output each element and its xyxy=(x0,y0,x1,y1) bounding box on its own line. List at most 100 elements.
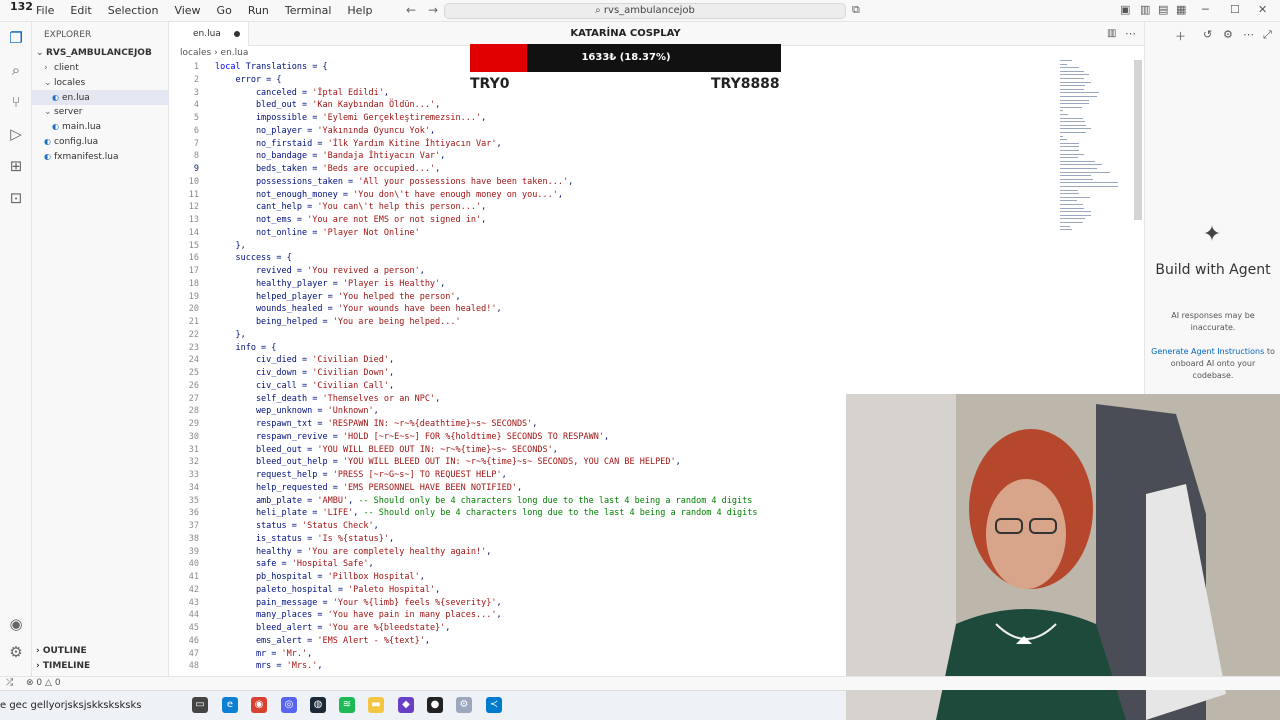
code-line[interactable]: no_firstaid = 'İlk Yardım Kitine İhtiyac… xyxy=(215,139,502,149)
outline-section[interactable]: › OUTLINE xyxy=(32,644,169,659)
code-line[interactable]: respawn_txt = 'RESPAWN IN: ~r~%{deathtim… xyxy=(215,419,537,429)
obs-icon[interactable]: ● xyxy=(427,697,443,713)
code-line[interactable]: respawn_revive = 'HOLD [~r~E~s~] FOR %{h… xyxy=(215,432,609,442)
account-icon[interactable]: ◉ xyxy=(6,614,26,634)
tree-item-main-lua[interactable]: ◐ main.lua xyxy=(32,119,169,134)
breadcrumb-file[interactable]: en.lua xyxy=(221,48,249,58)
code-line[interactable]: beds_taken = 'Beds are occupied...', xyxy=(215,164,440,174)
edge-icon[interactable]: e xyxy=(222,697,238,713)
command-center-search[interactable]: ⌕ rvs_ambulancejob xyxy=(444,3,846,19)
code-line[interactable]: ems_alert = 'EMS Alert - %{text}', xyxy=(215,636,430,646)
secondary-sidebar-icon[interactable]: ▦ xyxy=(1176,3,1186,16)
tree-item-config-lua[interactable]: ◐ config.lua xyxy=(32,134,169,149)
minimize-icon[interactable]: ─ xyxy=(1202,3,1209,16)
code-line[interactable]: civ_down = 'Civilian Down', xyxy=(215,368,394,378)
code-line[interactable]: heli_plate = 'LIFE', -- Should only be 4… xyxy=(215,508,758,518)
code-line[interactable]: not_online = 'Player Not Online' xyxy=(215,228,420,238)
code-line[interactable]: healthy_player = 'Player is Healthy', xyxy=(215,279,445,289)
app-icon-a[interactable]: ◆ xyxy=(398,697,414,713)
code-line[interactable]: request_help = 'PRESS [~r~G~s~] TO REQUE… xyxy=(215,470,507,480)
code-line[interactable]: helped_player = 'You helped the person', xyxy=(215,292,461,302)
code-line[interactable]: civ_died = 'Civilian Died', xyxy=(215,355,394,365)
chat-more-icon[interactable]: ⋯ xyxy=(1243,28,1254,41)
code-line[interactable]: error = { xyxy=(215,75,281,85)
code-line[interactable]: healthy = 'You are completely healthy ag… xyxy=(215,547,491,557)
code-line[interactable]: not_ems = 'You are not EMS or not signed… xyxy=(215,215,486,225)
tree-item-client[interactable]: › client xyxy=(32,61,169,76)
menu-item-selection[interactable]: Selection xyxy=(100,0,167,22)
tree-item-fxmanifest-lua[interactable]: ◐ fxmanifest.lua xyxy=(32,149,169,164)
tree-item-en-lua[interactable]: ◐ en.lua xyxy=(32,90,169,106)
settings-gear-icon[interactable]: ⚙ xyxy=(6,642,26,662)
code-line[interactable]: cant_help = 'You can\'t help this person… xyxy=(215,202,486,212)
code-line[interactable]: paleto_hospital = 'Paleto Hospital', xyxy=(215,585,440,595)
code-line[interactable]: canceled = 'İptal Edildi', xyxy=(215,88,389,98)
vscode-icon[interactable]: ≺ xyxy=(486,697,502,713)
code-line[interactable]: not_enough_money = 'You don\'t have enou… xyxy=(215,190,563,200)
menu-item-view[interactable]: View xyxy=(166,0,208,22)
minimap[interactable] xyxy=(1060,60,1132,240)
history-icon[interactable]: ↺ xyxy=(1203,28,1212,41)
unsaved-dot-icon[interactable] xyxy=(234,31,240,37)
menu-item-edit[interactable]: Edit xyxy=(62,0,99,22)
breadcrumb-folder[interactable]: locales xyxy=(180,48,211,58)
code-line[interactable]: mrs = 'Mrs.', xyxy=(215,661,323,671)
code-line[interactable]: no_bandage = 'Bandaja İhtiyacın Var', xyxy=(215,151,445,161)
panel-toggle-icon[interactable]: ▤ xyxy=(1158,3,1168,16)
split-editor-icon[interactable]: ▥ xyxy=(1107,28,1116,39)
code-line[interactable]: amb_plate = 'AMBU', -- Should only be 4 … xyxy=(215,496,752,506)
sidebar-toggle-icon[interactable]: ▥ xyxy=(1140,3,1150,16)
code-line[interactable]: is_status = 'Is %{status}', xyxy=(215,534,394,544)
code-line[interactable]: help_requested = 'EMS PERSONNEL HAVE BEE… xyxy=(215,483,522,493)
tree-item-locales[interactable]: ⌄ locales xyxy=(32,76,169,91)
discord-icon[interactable]: ◎ xyxy=(281,697,297,713)
code-line[interactable]: }, xyxy=(215,241,245,251)
menu-item-go[interactable]: Go xyxy=(209,0,240,22)
steam-icon[interactable]: ◍ xyxy=(310,697,326,713)
new-chat-icon[interactable]: ＋ xyxy=(1175,28,1186,44)
task-view-icon[interactable]: ▭ xyxy=(192,697,208,713)
run-debug-icon[interactable]: ▷ xyxy=(6,124,26,144)
forward-arrow-icon[interactable]: → xyxy=(428,3,438,17)
generate-instructions-link[interactable]: Generate Agent Instructions xyxy=(1151,347,1264,356)
explorer-icon[interactable]: ❐ xyxy=(6,28,26,48)
code-line[interactable]: safe = 'Hospital Safe', xyxy=(215,559,374,569)
menu-item-terminal[interactable]: Terminal xyxy=(277,0,340,22)
maximize-icon[interactable]: ☐ xyxy=(1230,3,1240,16)
problems-indicator[interactable]: ⊗ 0 △ 0 xyxy=(26,678,61,688)
chrome-icon[interactable]: ◉ xyxy=(251,697,267,713)
tab-en-lua[interactable]: en.lua xyxy=(169,22,249,46)
back-arrow-icon[interactable]: ← xyxy=(406,3,416,17)
menu-item-run[interactable]: Run xyxy=(240,0,277,22)
more-actions-icon[interactable]: ⋯ xyxy=(1125,27,1136,40)
tree-item-server[interactable]: ⌄ server xyxy=(32,105,169,120)
close-icon[interactable]: ✕ xyxy=(1258,3,1267,16)
code-line[interactable]: bled_out = 'Kan Kaybından Öldün...', xyxy=(215,100,440,110)
source-control-icon[interactable]: ⑂ xyxy=(6,92,26,112)
code-line[interactable]: bleed_out = 'YOU WILL BLEED OUT IN: ~r~%… xyxy=(215,445,558,455)
workspace-root[interactable]: ⌄ RVS_AMBULANCEJOB xyxy=(32,46,169,61)
extensions-icon[interactable]: ⊞ xyxy=(6,156,26,176)
code-line[interactable]: many_places = 'You have pain in many pla… xyxy=(215,610,502,620)
code-line[interactable]: bleed_out_help = 'YOU WILL BLEED OUT IN:… xyxy=(215,457,681,467)
search-view-icon[interactable]: ⌕ xyxy=(6,60,26,80)
settings-app-icon[interactable]: ⚙ xyxy=(456,697,472,713)
menu-item-file[interactable]: File xyxy=(28,0,62,22)
maximize-panel-icon[interactable]: ⤢ xyxy=(1263,28,1272,42)
remote-indicator-icon[interactable]: ⤮ xyxy=(6,678,13,688)
code-line[interactable]: wep_unknown = 'Unknown', xyxy=(215,406,379,416)
code-line[interactable]: no_player = 'Yakınında Oyuncu Yok', xyxy=(215,126,435,136)
code-line[interactable]: local Translations = { xyxy=(215,62,328,72)
code-line[interactable]: info = { xyxy=(215,343,276,353)
code-line[interactable]: success = { xyxy=(215,253,291,263)
code-line[interactable]: pain_message = 'Your %{limb} feels %{sev… xyxy=(215,598,502,608)
timeline-section[interactable]: › TIMELINE xyxy=(32,659,169,674)
code-line[interactable]: revived = 'You revived a person', xyxy=(215,266,425,276)
code-line[interactable]: pb_hospital = 'Pillbox Hospital', xyxy=(215,572,425,582)
copilot-icon[interactable]: ⧉ xyxy=(852,3,860,17)
code-line[interactable]: civ_call = 'Civilian Call', xyxy=(215,381,394,391)
code-line[interactable]: self_death = 'Themselves or an NPC', xyxy=(215,394,440,404)
code-line[interactable]: being_helped = 'You are being helped...' xyxy=(215,317,461,327)
menu-item-help[interactable]: Help xyxy=(339,0,380,22)
code-line[interactable]: mr = 'Mr.', xyxy=(215,649,312,659)
